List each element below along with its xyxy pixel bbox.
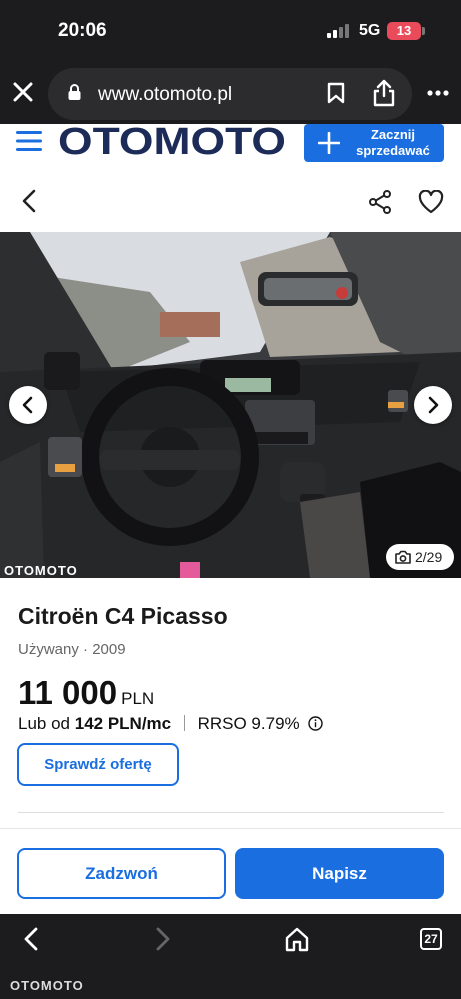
photo-watermark: OTOMOTO [4, 563, 78, 578]
chevron-right-icon [428, 396, 439, 414]
listing-title: Citroën C4 Picasso [18, 603, 228, 629]
status-bar: 20:06 5G 13 [0, 0, 461, 64]
photo-counter[interactable]: 2/29 [386, 544, 454, 570]
back-icon[interactable] [20, 189, 38, 213]
price-currency: PLN [121, 689, 155, 708]
footer-watermark: OTOMOTO [10, 978, 84, 993]
next-photo-button[interactable] [414, 386, 452, 424]
battery-icon [422, 27, 425, 35]
share-listing-icon[interactable] [368, 190, 392, 214]
finance-suffix: /mc [141, 714, 172, 733]
app-frame: 20:06 5G 13 www.otomoto.pl OTOMOTO Zaczn… [0, 0, 461, 999]
rrso: RRSO 9.79% [197, 714, 300, 733]
condition: Używany [18, 641, 79, 658]
camera-icon [395, 550, 411, 564]
clock: 20:06 [58, 20, 107, 41]
browser-back-icon[interactable] [22, 926, 40, 952]
plus-icon [318, 132, 340, 154]
browser-url-bar: www.otomoto.pl [0, 64, 461, 124]
car-interior-photo [0, 232, 461, 578]
favorite-heart-icon[interactable] [418, 190, 444, 214]
call-button[interactable]: Zadzwoń [17, 848, 226, 899]
browser-forward-icon[interactable] [154, 926, 172, 952]
home-icon[interactable] [285, 926, 309, 952]
battery-level: 13 [387, 22, 421, 40]
start-selling-label: Zacznij sprzedawać [348, 127, 438, 159]
previous-photo-button[interactable] [9, 386, 47, 424]
write-message-button[interactable]: Napisz [235, 848, 444, 899]
logo-text: OTOMOTO [58, 124, 286, 158]
start-selling-line1: Zacznij [370, 127, 416, 142]
finance-divider [183, 715, 185, 731]
site-header: OTOMOTO Zacznij sprzedawać [0, 124, 461, 164]
year: 2009 [92, 641, 126, 658]
section-divider [18, 812, 444, 813]
app-footer: OTOMOTO [0, 964, 461, 999]
listing-nav-row [0, 164, 461, 232]
chevron-left-icon [22, 396, 33, 414]
signal-icon [327, 24, 349, 38]
price-row: 11 000 PLN [18, 674, 154, 712]
start-selling-button[interactable]: Zacznij sprzedawać [304, 124, 444, 162]
close-icon[interactable] [12, 81, 34, 103]
share-icon[interactable] [372, 79, 396, 107]
bookmark-icon[interactable] [327, 82, 345, 104]
tabs-button[interactable]: 27 [420, 928, 442, 950]
browser-toolbar: 27 [0, 914, 461, 964]
lock-icon [68, 84, 81, 100]
photo-counter-text: 2/29 [415, 549, 443, 565]
check-offer-button[interactable]: Sprawdź ofertę [17, 743, 179, 786]
price-value: 11 000 [18, 674, 118, 711]
url-text[interactable]: www.otomoto.pl [98, 84, 232, 106]
finance-amount: 142 PLN [74, 714, 142, 733]
menu-icon[interactable] [16, 128, 42, 154]
listing-meta: Używany · 2009 [18, 641, 126, 658]
financing-info: Lub od 142 PLN/mc RRSO 9.79% [18, 714, 324, 734]
info-icon[interactable] [308, 716, 324, 731]
finance-prefix: Lub od [18, 714, 70, 733]
start-selling-line2: sprzedawać [356, 143, 430, 158]
more-options-icon[interactable] [427, 90, 449, 96]
network-type: 5G [359, 22, 381, 39]
contact-action-bar: Zadzwoń Napisz [0, 828, 461, 914]
listing-photo[interactable]: OTOMOTO 2/29 [0, 232, 461, 578]
otomoto-logo[interactable]: OTOMOTO [58, 124, 288, 158]
